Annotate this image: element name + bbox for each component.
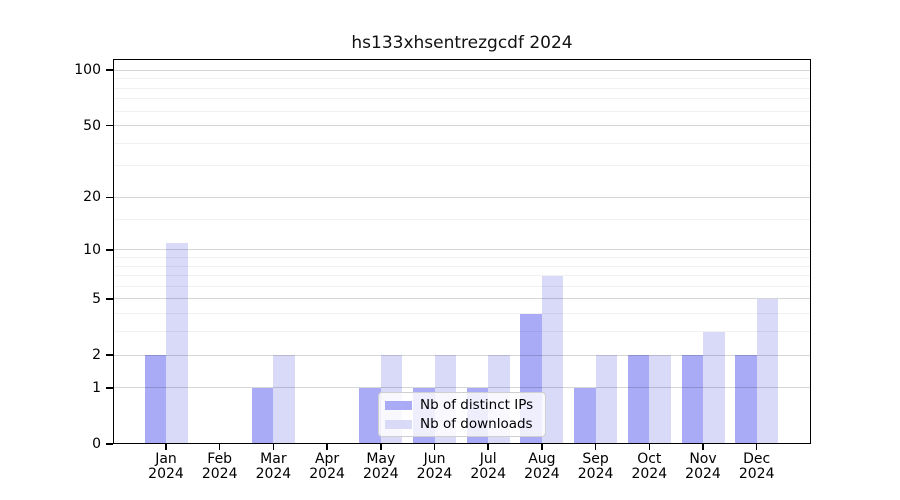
x-axis-tick: [380, 444, 382, 450]
y-axis-tick: [106, 69, 113, 71]
gridline-minor: [113, 331, 811, 332]
legend-label-downloads: Nb of downloads: [420, 416, 533, 432]
legend-item-downloads: Nb of downloads: [385, 416, 539, 432]
gridline-major: [113, 355, 811, 356]
y-tick-label: 100: [55, 62, 101, 78]
y-tick-label: 0: [55, 436, 101, 452]
legend: Nb of distinct IPs Nb of downloads: [378, 392, 546, 437]
gridline-major: [113, 197, 811, 198]
gridline-minor: [113, 98, 811, 99]
gridline-major: [113, 125, 811, 126]
gridline-minor: [113, 275, 811, 276]
x-axis-tick: [273, 444, 275, 450]
y-axis-tick: [106, 387, 113, 389]
y-tick-label: 5: [55, 291, 101, 307]
x-axis-tick: [541, 444, 543, 450]
gridline-minor: [113, 165, 811, 166]
y-axis-tick: [106, 125, 113, 127]
x-axis-tick: [219, 444, 221, 450]
gridline-major: [113, 249, 811, 250]
x-axis-tick: [649, 444, 651, 450]
x-tick-label-dec: Dec2024: [725, 452, 789, 482]
gridline-major: [113, 70, 811, 71]
gridline-minor: [113, 88, 811, 89]
gridline-major: [113, 387, 811, 388]
y-axis-tick: [106, 298, 113, 300]
legend-swatch-distinct-ips: [385, 401, 412, 410]
gridline-minor: [113, 111, 811, 112]
legend-label-distinct-ips: Nb of distinct IPs: [420, 397, 533, 413]
y-tick-label: 50: [55, 118, 101, 134]
x-axis-tick: [702, 444, 704, 450]
gridline-minor: [113, 266, 811, 267]
y-axis-tick: [106, 443, 113, 445]
gridline-minor: [113, 78, 811, 79]
gridline-minor: [113, 313, 811, 314]
y-axis-tick: [106, 197, 113, 199]
gridline-major: [113, 298, 811, 299]
x-axis-tick: [165, 444, 167, 450]
x-axis-tick: [434, 444, 436, 450]
figure: hs133xhsentrezgcdf 2024 Nb of distinct I…: [0, 0, 900, 500]
gridline-minor: [113, 257, 811, 258]
gridline-minor: [113, 219, 811, 220]
legend-swatch-downloads: [385, 420, 412, 429]
plot-area: Nb of distinct IPs Nb of downloads: [113, 59, 811, 444]
gridline-minor: [113, 286, 811, 287]
x-axis-tick: [326, 444, 328, 450]
x-axis-tick: [595, 444, 597, 450]
x-axis-tick: [756, 444, 758, 450]
legend-item-distinct-ips: Nb of distinct IPs: [385, 397, 539, 413]
chart-title: hs133xhsentrezgcdf 2024: [113, 33, 811, 53]
x-axis-tick: [487, 444, 489, 450]
y-tick-label: 2: [55, 347, 101, 363]
y-tick-label: 20: [55, 189, 101, 205]
y-tick-label: 10: [55, 242, 101, 258]
y-tick-label: 1: [55, 380, 101, 396]
grid-layer: [113, 59, 811, 444]
y-axis-tick: [106, 354, 113, 356]
gridline-minor: [113, 143, 811, 144]
y-axis-tick: [106, 249, 113, 251]
